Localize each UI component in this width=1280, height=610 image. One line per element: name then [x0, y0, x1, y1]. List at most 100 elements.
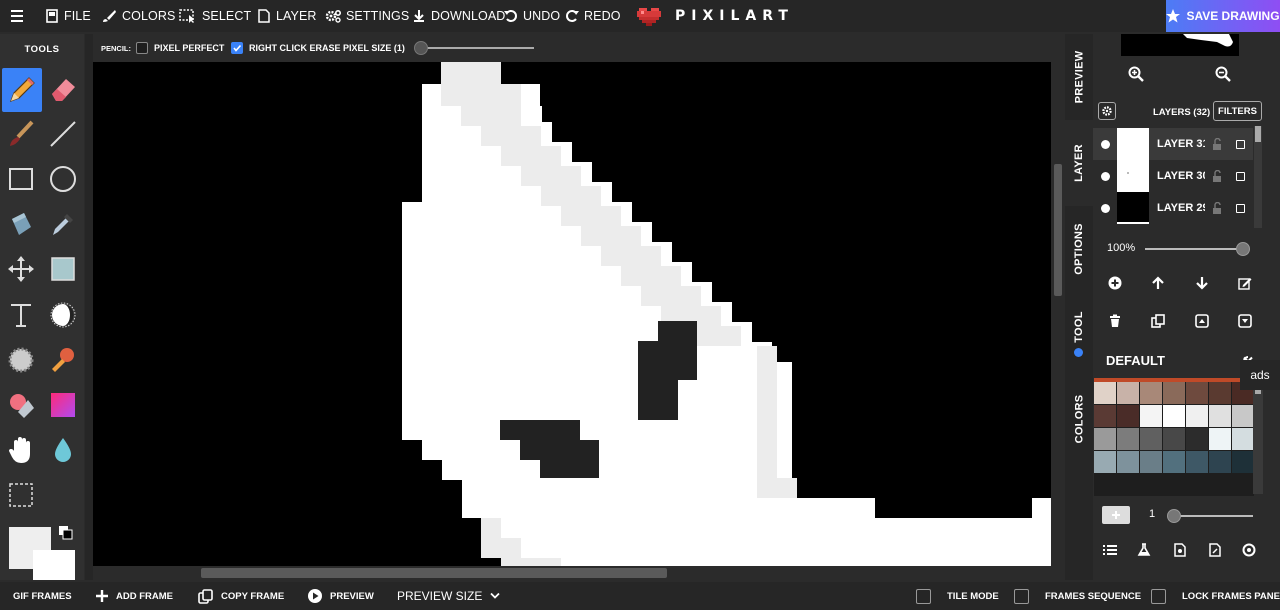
- layer-select-checkbox[interactable]: [1236, 171, 1245, 181]
- palette-select[interactable]: DEFAULT: [1093, 344, 1263, 376]
- menu-settings[interactable]: SETTINGS: [325, 0, 409, 32]
- text-tool[interactable]: [2, 296, 40, 334]
- tab-layer[interactable]: LAYER: [1065, 120, 1093, 206]
- palette-swatch[interactable]: [1163, 428, 1185, 450]
- unlock-icon[interactable]: [1211, 138, 1223, 150]
- palette-swatch[interactable]: [1209, 382, 1231, 404]
- zoom-out-icon[interactable]: [1213, 64, 1233, 84]
- palette-swatch[interactable]: [1140, 451, 1162, 473]
- menu-download[interactable]: DOWNLOAD: [412, 0, 505, 32]
- move-layer-down-icon[interactable]: [1192, 273, 1212, 293]
- menu-select[interactable]: SELECT: [179, 0, 251, 32]
- layer-row[interactable]: LAYER 29: [1093, 192, 1253, 224]
- delete-layer-icon[interactable]: [1105, 311, 1125, 331]
- palette-swatch[interactable]: [1094, 382, 1116, 404]
- palette-swatch[interactable]: [1209, 428, 1231, 450]
- add-frame-button[interactable]: ADD FRAME: [96, 582, 173, 610]
- palette-swatch[interactable]: [1117, 382, 1139, 404]
- dither-tool[interactable]: [2, 341, 40, 379]
- zoom-in-icon[interactable]: [1126, 64, 1146, 84]
- palette-swatch[interactable]: [1140, 405, 1162, 427]
- import-palette-icon[interactable]: [1170, 540, 1190, 560]
- layer-opacity-handle[interactable]: [1236, 242, 1250, 256]
- edit-layer-icon[interactable]: [1235, 273, 1255, 293]
- lock-frames-panel-checkbox[interactable]: [1151, 588, 1166, 604]
- canvas-vertical-scrollbar[interactable]: [1051, 62, 1065, 566]
- palette-swatch[interactable]: [1117, 428, 1139, 450]
- move-tool[interactable]: [2, 250, 40, 288]
- list-icon[interactable]: [1100, 540, 1120, 560]
- layer-row[interactable]: LAYER 31: [1093, 128, 1253, 160]
- copy-frame-button[interactable]: COPY FRAME: [198, 582, 284, 610]
- gradient-tool[interactable]: [44, 386, 82, 424]
- menu-redo[interactable]: REDO: [565, 0, 621, 32]
- preview-button[interactable]: PREVIEW: [308, 582, 374, 610]
- canvas-horizontal-scroll-thumb[interactable]: [201, 568, 667, 578]
- pixel-size-slider[interactable]: [419, 47, 534, 49]
- palette-swatch[interactable]: [1186, 405, 1208, 427]
- layer-visibility-toggle[interactable]: [1101, 203, 1110, 213]
- preview-size-select[interactable]: PREVIEW SIZE: [397, 582, 500, 610]
- palette-swatch[interactable]: [1163, 451, 1185, 473]
- layer-visibility-toggle[interactable]: [1101, 139, 1110, 149]
- ads-tab[interactable]: ads: [1240, 360, 1280, 390]
- menu-layer[interactable]: LAYER: [257, 0, 317, 32]
- brush-size-slider[interactable]: [1171, 515, 1253, 517]
- pixel-perfect-checkbox[interactable]: [136, 42, 148, 54]
- palette-scrollbar[interactable]: [1253, 378, 1263, 494]
- blur-tool[interactable]: [44, 431, 82, 469]
- menu-colors[interactable]: COLORS: [101, 0, 175, 32]
- palette-swatch[interactable]: [1117, 451, 1139, 473]
- merge-layer-up-icon[interactable]: [1192, 311, 1212, 331]
- unlock-icon[interactable]: [1211, 202, 1223, 214]
- line-tool[interactable]: [44, 115, 82, 153]
- eraser-tool[interactable]: [44, 70, 82, 108]
- lock-frames-panel-option[interactable]: LOCK FRAMES PANEL: [1151, 582, 1280, 610]
- palette-swatch[interactable]: [1094, 405, 1116, 427]
- tab-preview[interactable]: PREVIEW: [1065, 34, 1093, 120]
- tile-mode-checkbox[interactable]: [916, 588, 931, 604]
- canvas-vertical-scroll-thumb[interactable]: [1054, 164, 1062, 296]
- target-icon[interactable]: [1239, 540, 1259, 560]
- hand-tool[interactable]: [2, 431, 40, 469]
- export-palette-icon[interactable]: [1205, 540, 1225, 560]
- palette-swatch[interactable]: [1186, 451, 1208, 473]
- tile-mode-option[interactable]: TILE MODE: [916, 582, 999, 610]
- layer-settings-button[interactable]: [1098, 102, 1116, 120]
- palette-swatch[interactable]: [1140, 382, 1162, 404]
- palette-swatch[interactable]: [1232, 405, 1254, 427]
- merge-layer-down-icon[interactable]: [1235, 311, 1255, 331]
- palette-swatch[interactable]: [1140, 428, 1162, 450]
- palette-swatch[interactable]: [1094, 428, 1116, 450]
- palette-swatch[interactable]: [1186, 428, 1208, 450]
- palette-swatch[interactable]: [1186, 382, 1208, 404]
- pixilart-logo[interactable]: PIXILART: [637, 0, 794, 32]
- layer-visibility-toggle[interactable]: [1101, 171, 1110, 181]
- add-layer-icon[interactable]: [1105, 273, 1125, 293]
- add-frame-thumbnail-button[interactable]: [1102, 506, 1130, 524]
- lighten-tool[interactable]: [2, 386, 40, 424]
- bucket-tool[interactable]: [2, 205, 40, 243]
- unlock-icon[interactable]: [1211, 170, 1223, 182]
- menu-file[interactable]: FILE: [45, 0, 91, 32]
- canvas-preview-thumbnail[interactable]: [1121, 34, 1239, 56]
- stamp-tool[interactable]: [44, 341, 82, 379]
- canvas-horizontal-scrollbar[interactable]: [93, 566, 1051, 580]
- marquee-tool[interactable]: [2, 476, 40, 514]
- brush-size-handle[interactable]: [1167, 509, 1181, 523]
- frames-sequence-option[interactable]: FRAMES SEQUENCE: [1014, 582, 1141, 610]
- brush-tool[interactable]: [2, 115, 40, 153]
- palette-swatch[interactable]: [1232, 451, 1254, 473]
- tab-options[interactable]: OPTIONS: [1065, 206, 1093, 292]
- color-fill-tool[interactable]: [44, 250, 82, 288]
- palette-swatch[interactable]: [1209, 451, 1231, 473]
- rectangle-tool[interactable]: [2, 160, 40, 198]
- tab-colors[interactable]: COLORS: [1065, 374, 1093, 464]
- duplicate-layer-icon[interactable]: [1148, 311, 1168, 331]
- swap-colors-icon[interactable]: [59, 526, 73, 540]
- layers-scroll-thumb[interactable]: [1255, 126, 1261, 142]
- pixel-size-slider-handle[interactable]: [414, 41, 428, 55]
- circle-tool[interactable]: [44, 160, 82, 198]
- palette-swatch[interactable]: [1163, 405, 1185, 427]
- layers-scrollbar[interactable]: [1254, 126, 1262, 228]
